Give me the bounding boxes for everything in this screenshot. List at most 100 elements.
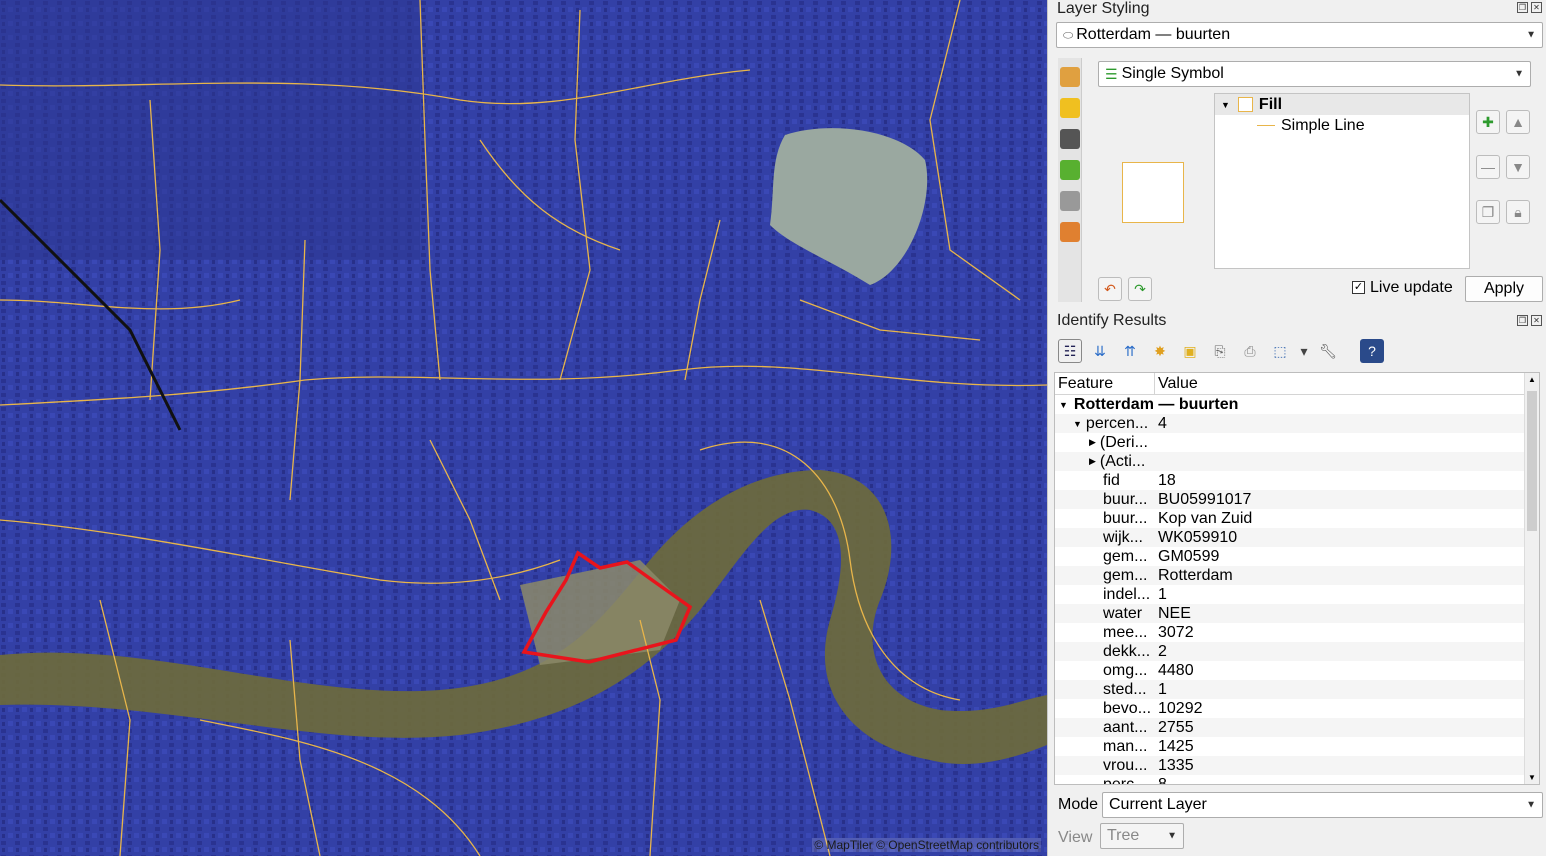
- results-scrollbar[interactable]: ▲ ▼: [1524, 373, 1539, 784]
- attribute-name: dekk...: [1103, 642, 1151, 660]
- attribute-row[interactable]: fid 18: [1055, 471, 1539, 490]
- 3d-view-tab-icon[interactable]: [1060, 160, 1080, 180]
- attribute-row[interactable]: gem... Rotterdam: [1055, 566, 1539, 585]
- styling-side-tabs: [1058, 58, 1082, 302]
- attribute-name: water: [1103, 604, 1143, 622]
- attribute-name: bevo...: [1103, 699, 1152, 717]
- value-column-header[interactable]: Value: [1155, 373, 1539, 394]
- renderer-select[interactable]: ☰ Single Symbol ▼: [1098, 61, 1531, 87]
- attribute-row[interactable]: water NEE: [1055, 604, 1539, 623]
- attribute-name: gem...: [1103, 547, 1148, 565]
- remove-symbol-layer-button[interactable]: —: [1476, 155, 1500, 179]
- mode-select-value: Current Layer: [1109, 796, 1207, 813]
- float-icon[interactable]: ❐: [1517, 315, 1528, 326]
- undo-icon[interactable]: ↶: [1098, 277, 1122, 301]
- copy-feature-icon[interactable]: ⎘: [1208, 339, 1232, 363]
- collapse-icon[interactable]: ▼: [1059, 400, 1068, 410]
- attribute-name: wijk...: [1103, 528, 1143, 546]
- derived-group[interactable]: ▶ (Deri...: [1055, 433, 1539, 452]
- symbol-preview: [1122, 162, 1184, 223]
- attribute-row[interactable]: aant... 2755: [1055, 718, 1539, 737]
- feature-node[interactable]: ▼ percen... 4: [1055, 414, 1539, 433]
- mode-select[interactable]: Current Layer ▼: [1102, 792, 1543, 818]
- labels-tab-icon[interactable]: [1060, 98, 1080, 118]
- symbol-tree-simple-line[interactable]: Simple Line: [1215, 115, 1469, 136]
- attribute-row[interactable]: perc... 8: [1055, 775, 1539, 785]
- history-tab-icon[interactable]: [1060, 222, 1080, 242]
- attribute-row[interactable]: gem... GM0599: [1055, 547, 1539, 566]
- attribute-row[interactable]: buur... Kop van Zuid: [1055, 509, 1539, 528]
- attribute-value: Kop van Zuid: [1158, 509, 1253, 527]
- move-up-button[interactable]: ▲: [1506, 110, 1530, 134]
- expand-icon[interactable]: ▶: [1089, 456, 1096, 467]
- attribute-name: sted...: [1103, 680, 1147, 698]
- renderer-select-value: Single Symbol: [1121, 65, 1224, 82]
- masks-tab-icon[interactable]: [1060, 129, 1080, 149]
- attribute-row[interactable]: wijk... WK059910: [1055, 528, 1539, 547]
- view-select[interactable]: Tree ▼: [1100, 823, 1184, 849]
- collapse-icon[interactable]: ▼: [1073, 419, 1082, 429]
- collapse-icon[interactable]: ▼: [1221, 100, 1230, 110]
- attribute-name: indel...: [1103, 585, 1151, 603]
- highlight-features-icon[interactable]: ✸: [1148, 339, 1172, 363]
- attribute-value: 10292: [1158, 699, 1203, 717]
- map-canvas[interactable]: © MapTiler © OpenStreetMap contributors: [0, 0, 1047, 856]
- attribute-row[interactable]: dekk... 2: [1055, 642, 1539, 661]
- expand-icon[interactable]: ▶: [1089, 437, 1096, 448]
- attribute-row[interactable]: sted... 1: [1055, 680, 1539, 699]
- apply-button[interactable]: Apply: [1465, 276, 1543, 302]
- move-down-button[interactable]: ▼: [1506, 155, 1530, 179]
- north-area: [0, 0, 420, 260]
- single-symbol-icon: ☰: [1105, 65, 1118, 82]
- attribute-row[interactable]: indel... 1: [1055, 585, 1539, 604]
- attribute-name: man...: [1103, 737, 1148, 755]
- redo-icon[interactable]: ↷: [1128, 277, 1152, 301]
- symbol-tree-fill[interactable]: ▼ Fill: [1215, 94, 1469, 115]
- identify-select-icon[interactable]: ⬚: [1268, 339, 1292, 363]
- fill-swatch-icon: [1237, 97, 1253, 112]
- attribute-row[interactable]: omg... 4480: [1055, 661, 1539, 680]
- actions-group[interactable]: ▶ (Acti...: [1055, 452, 1539, 471]
- layer-styling-title: Layer Styling: [1057, 0, 1150, 17]
- scrollbar-thumb[interactable]: [1527, 391, 1537, 531]
- dropdown-arrow-icon[interactable]: ▾: [1298, 339, 1310, 363]
- attribute-row[interactable]: mee... 3072: [1055, 623, 1539, 642]
- diagrams-tab-icon[interactable]: [1060, 191, 1080, 211]
- attribute-value: GM0599: [1158, 547, 1220, 565]
- print-icon[interactable]: ⎙: [1238, 339, 1262, 363]
- collapse-all-icon[interactable]: ⇈: [1118, 339, 1142, 363]
- feature-node-label: percen...: [1085, 414, 1149, 432]
- close-icon[interactable]: ✕: [1531, 2, 1542, 13]
- expand-all-icon[interactable]: ⇊: [1088, 339, 1112, 363]
- attribute-value: WK059910: [1158, 528, 1238, 546]
- float-icon[interactable]: ❐: [1517, 2, 1528, 13]
- scroll-up-icon[interactable]: ▲: [1528, 375, 1536, 384]
- symbology-tab-icon[interactable]: [1060, 67, 1080, 87]
- layer-select[interactable]: ⬭ Rotterdam — buurten ▼: [1056, 22, 1543, 48]
- lock-button[interactable]: 🔒︎: [1506, 200, 1530, 224]
- feature-node-value: 4: [1158, 414, 1167, 432]
- attribute-name: gem...: [1103, 566, 1148, 584]
- map-svg[interactable]: [0, 0, 1047, 856]
- scroll-down-icon[interactable]: ▼: [1528, 773, 1536, 782]
- close-icon[interactable]: ✕: [1531, 315, 1542, 326]
- clear-results-icon[interactable]: ▣: [1178, 339, 1202, 363]
- layer-node[interactable]: ▼ Rotterdam — buurten: [1055, 395, 1539, 414]
- expand-tree-icon[interactable]: ☷: [1058, 339, 1082, 363]
- attribute-name: vrou...: [1103, 756, 1148, 774]
- chevron-down-icon: ▼: [1514, 68, 1524, 80]
- attribute-row[interactable]: vrou... 1335: [1055, 756, 1539, 775]
- attribute-row[interactable]: buur... BU05991017: [1055, 490, 1539, 509]
- identify-dock-buttons: ❐ ✕: [1517, 315, 1542, 326]
- attribute-value: 8: [1158, 775, 1167, 785]
- settings-wrench-icon[interactable]: 🔧︎: [1316, 339, 1340, 363]
- add-symbol-layer-button[interactable]: ✚: [1476, 110, 1500, 134]
- symbol-tree-fill-label: Fill: [1258, 95, 1283, 113]
- live-update-checkbox[interactable]: ✓: [1352, 281, 1365, 294]
- feature-column-header[interactable]: Feature: [1055, 373, 1155, 394]
- layer-select-value: Rotterdam — buurten: [1076, 26, 1231, 43]
- attribute-row[interactable]: man... 1425: [1055, 737, 1539, 756]
- attribute-row[interactable]: bevo... 10292: [1055, 699, 1539, 718]
- duplicate-button[interactable]: ❐: [1476, 200, 1500, 224]
- help-icon[interactable]: ?: [1360, 339, 1384, 363]
